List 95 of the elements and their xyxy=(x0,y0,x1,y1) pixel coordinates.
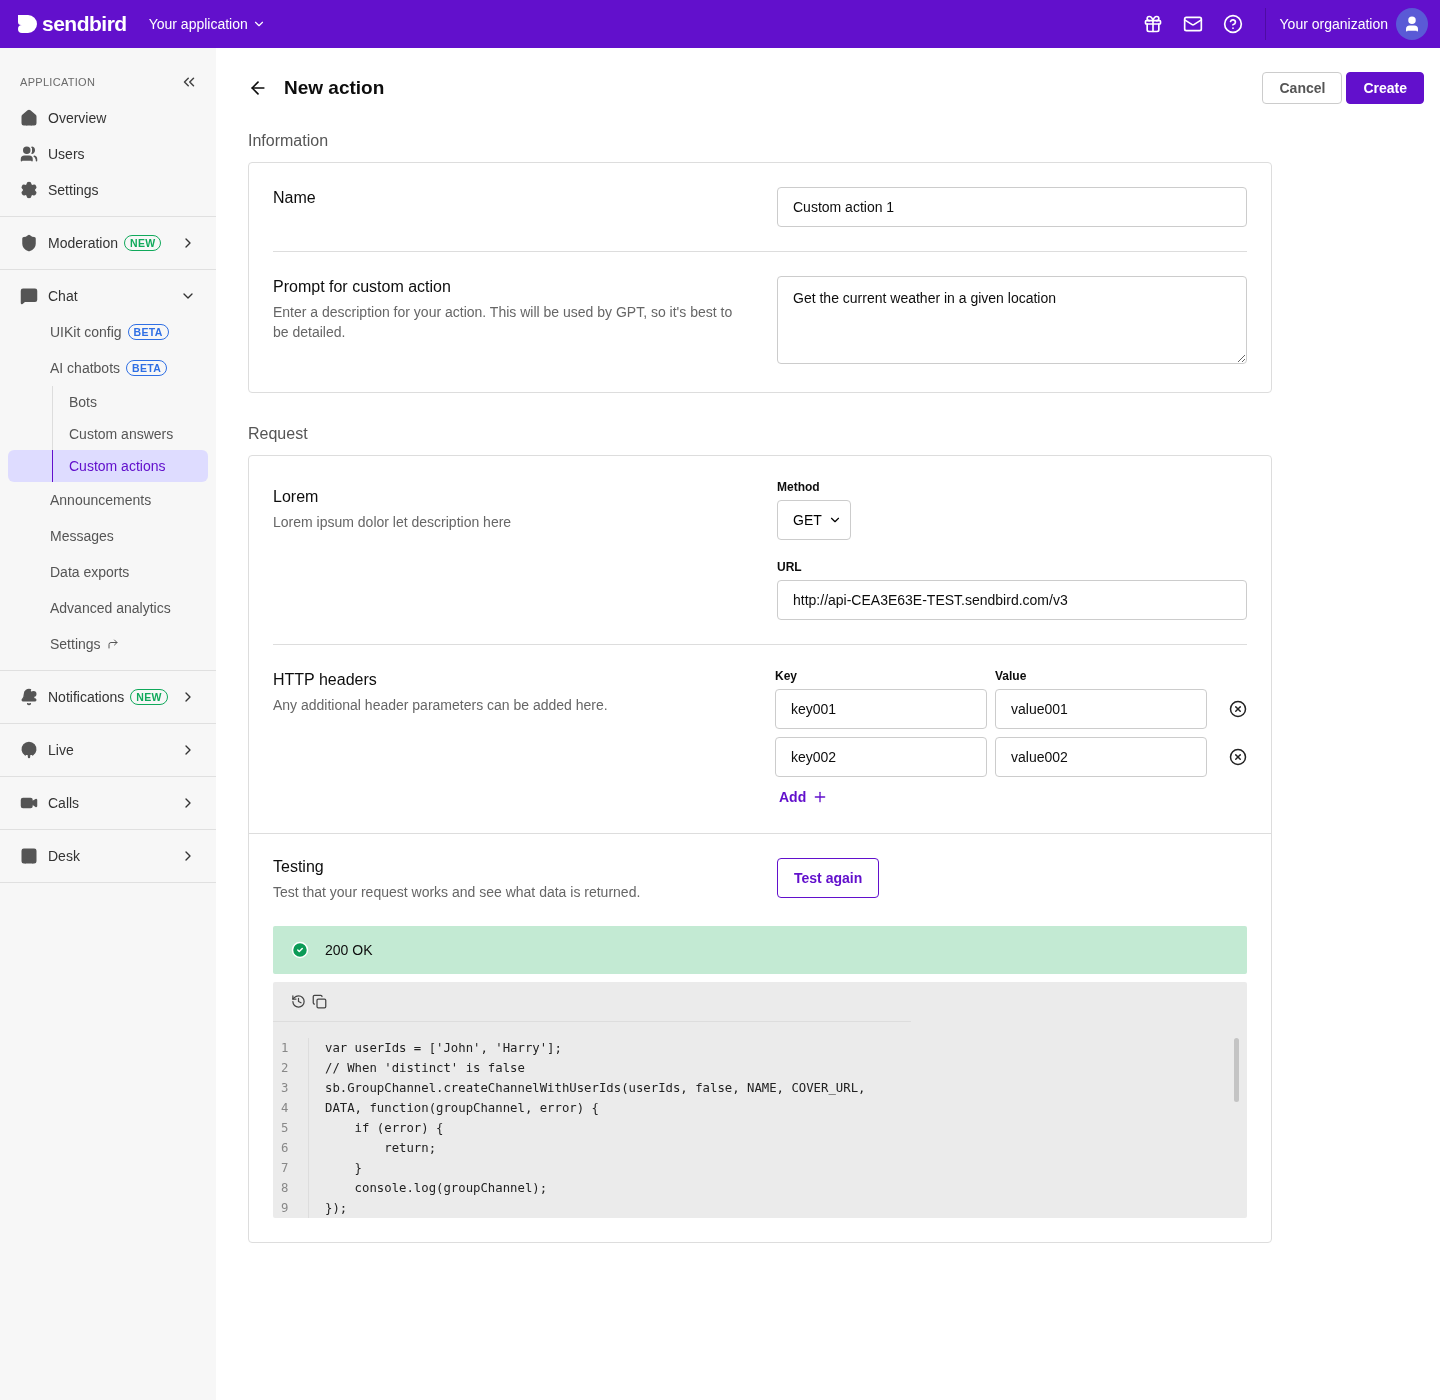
column-label: Key xyxy=(775,669,798,683)
remove-icon[interactable] xyxy=(1229,748,1247,766)
sidebar-label: Desk xyxy=(48,848,80,864)
sidebar-label: Notifications xyxy=(48,689,125,705)
field-description: Lorem ipsum dolor let description here xyxy=(273,513,513,532)
sidebar-label: Overview xyxy=(48,110,107,126)
line-number: 3 xyxy=(273,1078,309,1098)
organization-name[interactable]: Your organization xyxy=(1264,8,1388,40)
url-field[interactable]: http://api-CEA3E63E-TEST.sendbird.com/v3 xyxy=(777,580,1247,620)
add-button[interactable]: Add xyxy=(775,785,833,809)
prompt-field[interactable]: Get the current weather in a given location xyxy=(777,276,1247,364)
field-label: HTTP headers xyxy=(273,671,378,689)
nav-icon xyxy=(20,145,38,163)
nav-icon xyxy=(20,287,38,305)
nav-icon xyxy=(20,847,38,865)
nav-icon xyxy=(20,234,38,252)
line-number: 2 xyxy=(273,1058,309,1078)
sidebar-item[interactable]: Users xyxy=(0,136,216,172)
section-heading: Request xyxy=(248,425,309,443)
cancel-button[interactable]: Cancel xyxy=(1262,72,1343,104)
field-description: Any additional header parameters can be added here. xyxy=(273,696,609,715)
line-number: 4 xyxy=(273,1098,309,1118)
sidebar-item[interactable]: Desk xyxy=(0,838,216,874)
code-line: var userIds = ['John', 'Harry']; xyxy=(324,1041,562,1055)
test-again-button[interactable]: Test again xyxy=(777,858,880,898)
field-description: Test that your request works and see what data is returned. xyxy=(273,883,642,902)
copy-icon[interactable] xyxy=(312,994,327,1009)
sidebar-label: Live xyxy=(48,742,74,758)
code-line: console.log(groupChannel); xyxy=(353,1181,548,1195)
field-label: Name xyxy=(273,189,317,207)
line-number: 1 xyxy=(273,1038,309,1058)
field-label: Prompt for custom action xyxy=(273,278,452,296)
line-number: 8 xyxy=(273,1178,309,1198)
code-line: // When 'distinct' is false xyxy=(324,1061,525,1075)
sidebar-subitem[interactable]: Settings xyxy=(50,636,101,652)
code-line: DATA, function(groupChannel, error) { xyxy=(324,1101,599,1115)
column-label: Value xyxy=(995,669,1027,683)
code-line: return; xyxy=(383,1141,437,1155)
avatar[interactable] xyxy=(1396,8,1428,40)
key-field[interactable]: key001 xyxy=(775,689,987,729)
sidebar-subitem[interactable]: Announcements xyxy=(50,492,152,508)
sidebar-subitem[interactable]: Custom actions xyxy=(8,450,208,482)
line-number: 9 xyxy=(273,1198,309,1218)
code-line: }); xyxy=(324,1201,348,1215)
logo-icon xyxy=(18,15,38,33)
sidebar-item[interactable]: Notifications NEW xyxy=(0,679,216,715)
line-number: 6 xyxy=(273,1138,309,1158)
field-label: URL xyxy=(777,560,803,574)
sidebar-item[interactable]: Overview xyxy=(0,100,216,136)
name-field[interactable]: Custom action 1 xyxy=(777,187,1247,227)
nav-icon xyxy=(20,109,38,127)
nav-icon xyxy=(20,181,38,199)
code-line: sb.GroupChannel.createChannelWithUserIds(userIds, false, NAME, COVER_URL, xyxy=(324,1081,866,1095)
history-icon[interactable] xyxy=(291,994,306,1009)
sidebar-item[interactable]: Settings xyxy=(0,172,216,208)
status-text: 200 OK xyxy=(325,942,373,958)
sidebar-subitem[interactable]: AI chatbots xyxy=(50,360,121,376)
sidebar-item[interactable]: Chat xyxy=(0,278,216,314)
sidebar-label: Users xyxy=(48,146,85,162)
scrollbar xyxy=(1234,1038,1239,1102)
sidebar-subitem[interactable]: Advanced analytics xyxy=(50,600,171,616)
sidebar-subitem[interactable]: Messages xyxy=(50,528,114,544)
remove-icon[interactable] xyxy=(1229,700,1247,718)
sidebar-label: Chat xyxy=(48,288,78,304)
sidebar-label: Settings xyxy=(48,182,99,198)
method-select[interactable]: GET xyxy=(777,500,851,540)
line-number: 5 xyxy=(273,1118,309,1138)
sidebar-label: Moderation xyxy=(48,235,119,251)
nav-icon xyxy=(20,688,38,706)
logo[interactable]: sendbird xyxy=(18,12,127,36)
create-button[interactable]: Create xyxy=(1346,72,1424,104)
sidebar-subitem[interactable]: Data exports xyxy=(50,564,130,580)
value-field[interactable]: value002 xyxy=(995,737,1207,777)
code-line: } xyxy=(353,1161,363,1175)
field-description: Enter a description for your action. This will be used by GPT, so it's best to be detailed. xyxy=(273,303,734,342)
sidebar-heading: APPLICATION xyxy=(20,76,96,88)
app-selector[interactable]: Your application xyxy=(148,16,266,32)
sidebar-item[interactable]: Moderation NEW xyxy=(0,225,216,261)
field-label: Testing xyxy=(273,858,325,876)
field-label: Method xyxy=(777,480,821,494)
section-heading: Information xyxy=(248,132,330,150)
sidebar-subitem[interactable]: Bots xyxy=(8,386,208,418)
line-number: 7 xyxy=(273,1158,309,1178)
sidebar-item[interactable]: Calls xyxy=(0,785,216,821)
sidebar-item[interactable]: Live xyxy=(0,732,216,768)
sidebar-subitem[interactable]: UIKit config xyxy=(50,324,122,340)
page-title: New action xyxy=(284,77,385,99)
code-line: if (error) { xyxy=(353,1121,444,1135)
value-field[interactable]: value001 xyxy=(995,689,1207,729)
check-icon xyxy=(291,941,309,959)
sidebar-label: Calls xyxy=(48,795,80,811)
nav-icon xyxy=(20,741,38,759)
key-field[interactable]: key002 xyxy=(775,737,987,777)
field-label: Lorem xyxy=(273,488,320,506)
sidebar-subitem[interactable]: Custom answers xyxy=(8,418,208,450)
